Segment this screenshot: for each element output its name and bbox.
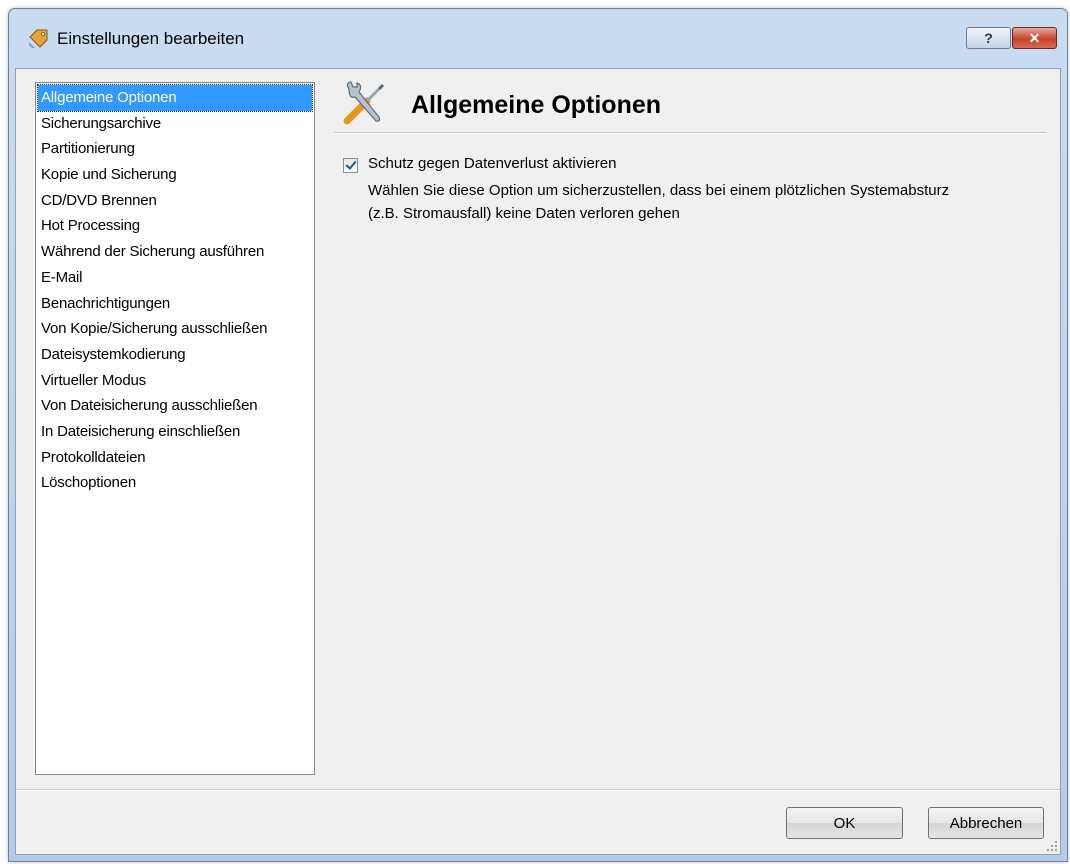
settings-dialog: Einstellungen bearbeiten ? ✕ Allgemeine …: [8, 8, 1068, 862]
sidebar-item[interactable]: Partitionierung: [38, 136, 314, 162]
data-loss-protection-checkbox[interactable]: [343, 158, 358, 173]
checkbox-label[interactable]: Schutz gegen Datenverlust aktivieren: [368, 155, 616, 172]
sidebar-item[interactable]: Allgemeine Optionen: [37, 84, 313, 112]
help-button[interactable]: ?: [966, 27, 1011, 49]
sidebar-item[interactable]: Von Kopie/Sicherung ausschließen: [38, 316, 314, 342]
close-icon: ✕: [1028, 29, 1041, 46]
footer-divider: [16, 789, 1060, 791]
sidebar-item[interactable]: Von Dateisicherung ausschließen: [38, 393, 314, 419]
close-button[interactable]: ✕: [1012, 27, 1057, 49]
description-line-2: (z.B. Stromausfall) keine Daten verloren…: [368, 205, 680, 222]
window-title: Einstellungen bearbeiten: [57, 29, 245, 48]
resize-grip-icon[interactable]: [1046, 840, 1058, 852]
app-tag-icon: [29, 29, 48, 48]
sidebar-item[interactable]: Dateisystemkodierung: [38, 342, 314, 368]
sidebar-item[interactable]: CD/DVD Brennen: [38, 188, 314, 214]
description-line-1: Wählen Sie diese Option um sicherzustell…: [368, 182, 950, 199]
title-divider: [334, 132, 1046, 134]
sidebar-item[interactable]: Protokolldateien: [38, 445, 314, 471]
sidebar-item[interactable]: Löschoptionen: [38, 470, 314, 496]
tools-icon: [343, 81, 385, 125]
help-icon: ?: [984, 30, 993, 46]
sidebar-item[interactable]: E-Mail: [38, 265, 314, 291]
page-title: Allgemeine Optionen: [411, 91, 662, 119]
dialog-client-area: Allgemeine Optionen Sicherungsarchive Part…: [15, 68, 1061, 855]
ok-button[interactable]: OK: [786, 807, 903, 839]
sidebar-item[interactable]: Hot Processing: [38, 213, 314, 239]
sidebar-item[interactable]: Während der Sicherung ausführen: [38, 239, 314, 265]
sidebar-item[interactable]: Sicherungsarchive: [38, 111, 314, 137]
sidebar-item[interactable]: Benachrichtigungen: [38, 291, 314, 317]
options-category-list[interactable]: Allgemeine Optionen Sicherungsarchive Part…: [35, 82, 315, 775]
option-description: Wählen Sie diese Option um sicherzustell…: [368, 179, 1048, 225]
title-bar[interactable]: Einstellungen bearbeiten ? ✕: [9, 9, 1067, 69]
sidebar-item[interactable]: Kopie und Sicherung: [38, 162, 314, 188]
sidebar-item[interactable]: In Dateisicherung einschließen: [38, 419, 314, 445]
sidebar-item[interactable]: Virtueller Modus: [38, 368, 314, 394]
cancel-button[interactable]: Abbrechen: [928, 807, 1044, 839]
